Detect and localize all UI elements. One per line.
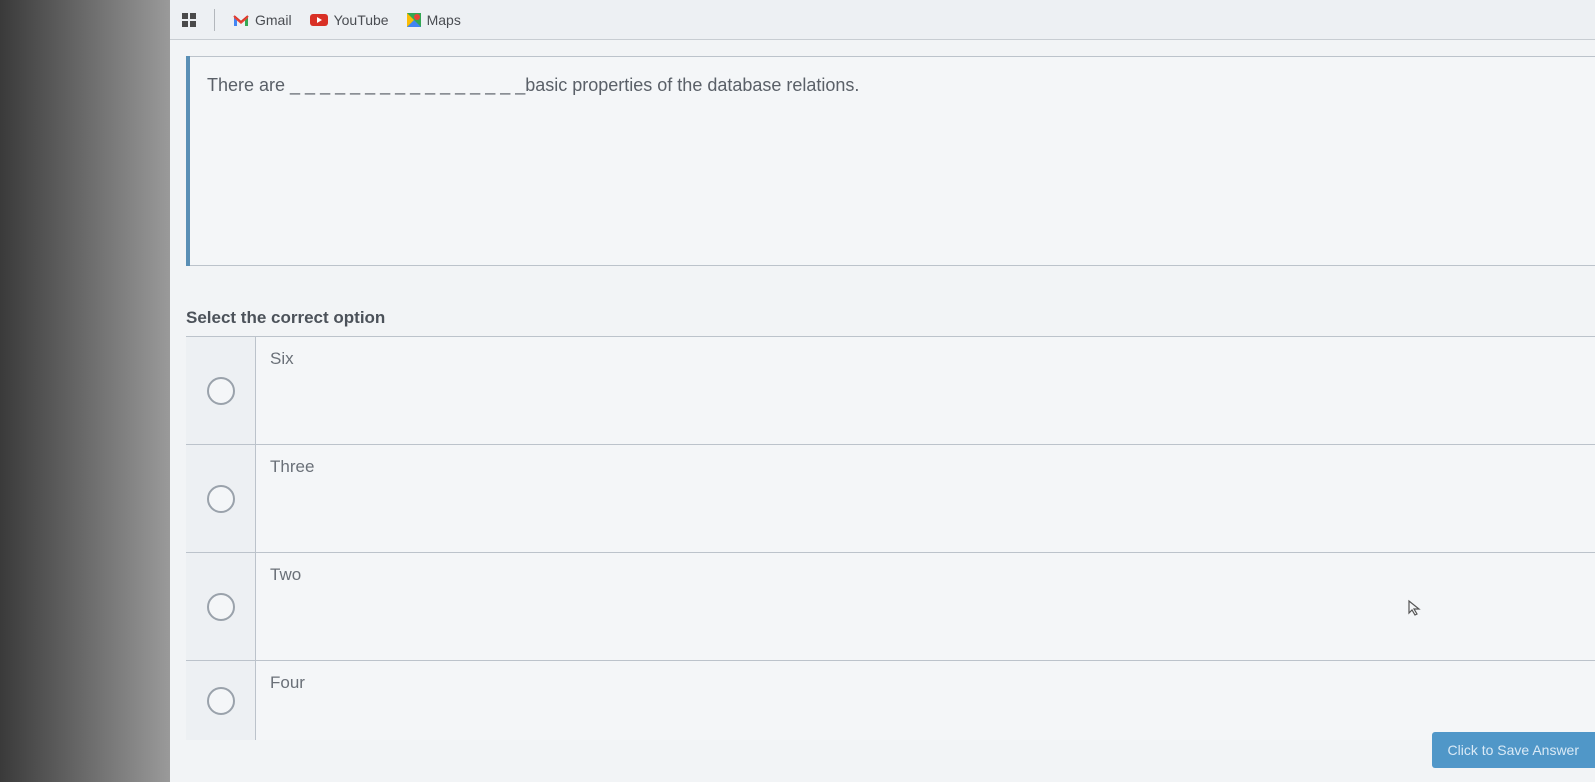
radio-cell xyxy=(186,337,256,444)
option-row-three[interactable]: Three xyxy=(186,444,1595,552)
question-text: There are _ _ _ _ _ _ _ _ _ _ _ _ _ _ _ … xyxy=(207,75,1575,96)
apps-grid-icon[interactable] xyxy=(182,13,196,27)
select-instruction: Select the correct option xyxy=(186,308,1595,328)
bookmark-gmail[interactable]: Gmail xyxy=(233,12,292,28)
option-label: Two xyxy=(256,553,1595,660)
radio-button[interactable] xyxy=(207,485,235,513)
option-label: Three xyxy=(256,445,1595,552)
youtube-icon xyxy=(310,14,328,26)
radio-cell xyxy=(186,445,256,552)
gmail-icon xyxy=(233,14,249,26)
bookmarks-bar: Gmail YouTube Maps xyxy=(170,0,1595,40)
bookmark-youtube-label: YouTube xyxy=(334,12,389,28)
screen-bezel-shadow xyxy=(0,0,170,782)
bookmark-youtube[interactable]: YouTube xyxy=(310,12,389,28)
option-label: Six xyxy=(256,337,1595,444)
option-row-four[interactable]: Four xyxy=(186,660,1595,740)
option-row-two[interactable]: Two xyxy=(186,552,1595,660)
bookmarks-divider xyxy=(214,9,215,31)
options-list: Six Three Two Four xyxy=(186,336,1595,740)
radio-button[interactable] xyxy=(207,593,235,621)
radio-button[interactable] xyxy=(207,377,235,405)
bookmark-gmail-label: Gmail xyxy=(255,12,292,28)
page-content: Gmail YouTube Maps There are _ _ _ _ _ _… xyxy=(170,0,1595,782)
question-panel: There are _ _ _ _ _ _ _ _ _ _ _ _ _ _ _ … xyxy=(186,56,1595,266)
radio-cell xyxy=(186,661,256,740)
option-label: Four xyxy=(256,661,1595,740)
option-row-six[interactable]: Six xyxy=(186,336,1595,444)
bookmark-maps-label: Maps xyxy=(427,12,461,28)
save-answer-button[interactable]: Click to Save Answer xyxy=(1432,732,1595,768)
radio-cell xyxy=(186,553,256,660)
maps-icon xyxy=(407,13,421,27)
bookmark-maps[interactable]: Maps xyxy=(407,12,461,28)
radio-button[interactable] xyxy=(207,687,235,715)
